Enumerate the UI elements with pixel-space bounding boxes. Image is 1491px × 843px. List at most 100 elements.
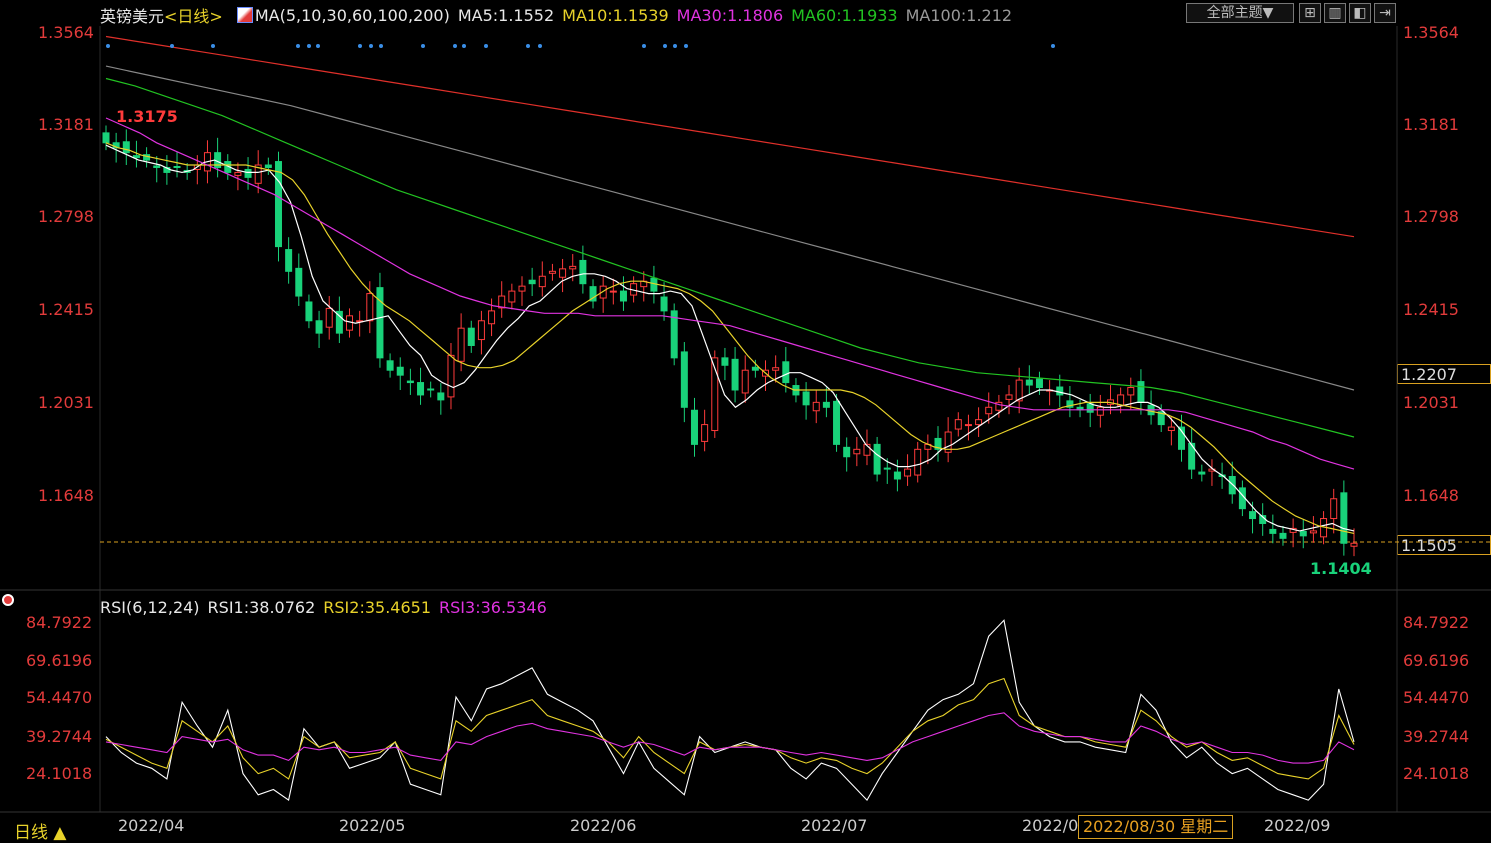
candle-body (609, 290, 617, 293)
candle-body (396, 366, 404, 376)
candle-body (904, 468, 912, 477)
candle-body (477, 320, 485, 341)
candle-body (1269, 528, 1277, 534)
signal-dot (369, 44, 373, 48)
candle-body (812, 401, 820, 412)
signal-dot (538, 44, 542, 48)
candle-body (132, 155, 140, 159)
candle-body (1299, 530, 1307, 537)
signal-dot (296, 44, 300, 48)
candle-body (721, 357, 729, 366)
ma-line-ma10 (105, 142, 1355, 534)
candle-body (305, 301, 313, 322)
candle-body (1198, 471, 1206, 475)
candle-body (701, 424, 709, 442)
signal-dot (307, 44, 311, 48)
signal-dot (106, 44, 110, 48)
candle-body (1330, 498, 1338, 520)
candle-body (1025, 379, 1033, 386)
candle-body (346, 315, 354, 331)
ma-line-ma5 (105, 144, 1355, 532)
candle-body (1035, 378, 1043, 389)
candle-body (488, 310, 496, 325)
candle-body (102, 132, 110, 144)
candle-body (518, 285, 526, 292)
candle-body (985, 406, 993, 415)
candle-body (843, 446, 851, 458)
candle-body (731, 358, 739, 391)
ma-line-ma30 (105, 117, 1355, 470)
ma-line-ma60 (105, 77, 1355, 438)
candle-body (457, 327, 465, 362)
signal-dot (379, 44, 383, 48)
candle-body (274, 161, 282, 248)
candle-body (1096, 406, 1104, 416)
candle-body (1056, 386, 1064, 396)
candle-body (741, 369, 749, 394)
signal-dot (421, 44, 425, 48)
rsi-line-rsi2 (105, 677, 1355, 780)
ma-line-ma100 (105, 65, 1355, 391)
candle-body (1127, 387, 1135, 396)
signal-dot (484, 44, 488, 48)
candle-body (975, 419, 983, 426)
candle-body (1167, 426, 1175, 432)
candle-body (417, 382, 425, 396)
candle-body (559, 268, 567, 278)
candle-body (376, 287, 384, 359)
signal-dot (170, 44, 174, 48)
rsi-line-rsi1 (105, 619, 1355, 802)
candle-body (680, 351, 688, 408)
signal-dot (316, 44, 320, 48)
candle-body (964, 424, 972, 427)
candle-body (853, 448, 861, 455)
candle-body (1005, 394, 1013, 400)
signal-dot (673, 44, 677, 48)
candle-body (315, 320, 323, 334)
signal-dot (453, 44, 457, 48)
candle-body (1340, 492, 1348, 544)
candle-body (538, 275, 546, 288)
candle-body (1350, 542, 1358, 547)
candle-body (660, 296, 668, 312)
signal-dot (526, 44, 530, 48)
candle-body (772, 367, 780, 371)
candle-body (173, 166, 181, 168)
candle-body (751, 366, 759, 371)
candle-body (447, 354, 455, 398)
signal-dot (684, 44, 688, 48)
signal-dot (642, 44, 646, 48)
candle-body (366, 293, 374, 322)
candle-body (802, 391, 810, 406)
signal-dot (211, 44, 215, 48)
candle-body (548, 270, 556, 274)
candle-body (498, 295, 506, 309)
candle-body (386, 360, 394, 371)
candle-body (244, 168, 252, 178)
signal-dot (663, 44, 667, 48)
candle-body (234, 171, 242, 176)
candle-body (954, 419, 962, 430)
signal-dot (1051, 44, 1055, 48)
ma-line-ma200 (105, 35, 1355, 238)
candle-body (579, 259, 587, 285)
candle-body (528, 279, 536, 285)
candle-body (437, 392, 445, 401)
candle-body (1249, 511, 1257, 520)
candle-body (833, 400, 841, 445)
candle-body (427, 388, 435, 391)
candle-body (822, 401, 830, 408)
candle-body (122, 141, 130, 154)
candle-body (295, 267, 303, 297)
candle-body (1137, 381, 1145, 403)
candle-body (1086, 403, 1094, 413)
candle-body (325, 307, 333, 328)
signal-dot (358, 44, 362, 48)
chart-canvas[interactable] (0, 0, 1491, 843)
candle-body (285, 249, 293, 272)
candle-body (690, 409, 698, 445)
candle-body (883, 467, 891, 470)
signal-dot (462, 44, 466, 48)
candle-body (508, 290, 516, 303)
candle-body (153, 165, 161, 168)
